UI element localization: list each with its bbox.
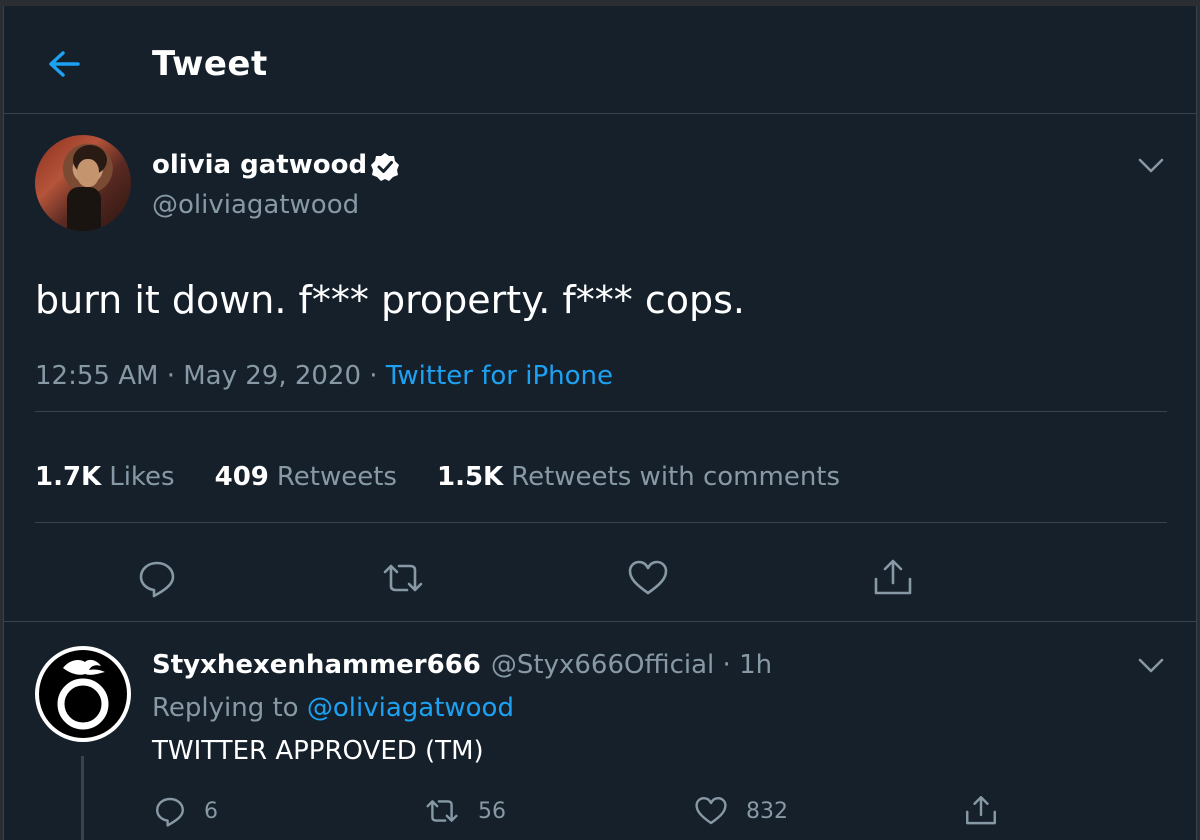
author-name[interactable]: olivia gatwood xyxy=(152,150,367,180)
share-button[interactable] xyxy=(871,556,915,600)
page-header: Tweet xyxy=(4,6,1196,114)
tweet-meta: 12:55 AM · May 29, 2020 · Twitter for iP… xyxy=(35,361,613,391)
retweet-icon xyxy=(426,800,458,822)
tweet-date[interactable]: May 29, 2020 xyxy=(183,361,361,391)
reply-share-button[interactable] xyxy=(964,791,1016,831)
tweet-text: burn it down. f*** property. f*** cops. xyxy=(35,278,746,322)
tweet-page: Tweet olivia gatwood @oliviagatwood burn… xyxy=(3,6,1197,840)
author-avatar[interactable] xyxy=(35,135,131,231)
reply-retweet-button[interactable]: 56 xyxy=(424,791,506,831)
retweets-stat[interactable]: 409 Retweets xyxy=(215,462,397,492)
tweet-source-link[interactable]: Twitter for iPhone xyxy=(386,361,613,391)
reply-like-button[interactable]: 832 xyxy=(694,791,788,831)
reply-author-handle[interactable]: @Styx666Official xyxy=(491,650,714,680)
page-title: Tweet xyxy=(152,44,268,84)
retweet-icon xyxy=(383,564,423,592)
reply-header: Styxhexenhammer666 @Styx666Official · 1h xyxy=(152,650,772,680)
thread-line xyxy=(81,756,84,840)
reply-avatar[interactable] xyxy=(35,646,131,742)
replying-mention-link[interactable]: @oliviagatwood xyxy=(307,693,514,723)
reply-icon xyxy=(139,561,175,598)
likes-label: Likes xyxy=(109,462,175,492)
quotes-stat[interactable]: 1.5K Retweets with comments xyxy=(437,462,840,492)
retweets-count: 409 xyxy=(214,462,269,492)
reply-icon xyxy=(156,797,184,827)
chevron-down-icon[interactable] xyxy=(1138,658,1164,674)
likes-count: 1.7K xyxy=(35,462,102,492)
like-button[interactable] xyxy=(626,556,670,600)
reply-reply-button[interactable]: 6 xyxy=(154,791,218,831)
like-icon xyxy=(628,560,668,595)
reply-like-count: 832 xyxy=(746,798,788,824)
styx-logo-icon xyxy=(39,650,127,738)
verified-badge-icon xyxy=(371,153,399,181)
reply-retweet-count: 56 xyxy=(478,798,506,824)
retweet-button[interactable] xyxy=(381,556,425,600)
reply-age[interactable]: 1h xyxy=(739,650,772,680)
reply-text: TWITTER APPROVED (TM) xyxy=(152,736,484,766)
replying-prefix: Replying to xyxy=(152,693,299,723)
chevron-down-icon[interactable] xyxy=(1138,158,1164,174)
share-icon xyxy=(874,559,912,595)
retweets-label: Retweets xyxy=(276,462,397,492)
like-icon xyxy=(695,797,727,825)
meta-dot: · xyxy=(166,361,184,391)
arrow-left-icon xyxy=(49,51,80,77)
section-separator xyxy=(4,621,1196,622)
tweet-stats: 1.7K Likes 409 Retweets 1.5K Retweets with … xyxy=(35,462,880,492)
quotes-label: Retweets with comments xyxy=(511,462,841,492)
reply-button[interactable] xyxy=(135,556,179,600)
replying-to: Replying to @oliviagatwood xyxy=(152,693,514,723)
back-button[interactable] xyxy=(44,44,84,84)
meta-dot: · xyxy=(369,361,386,391)
reply-author-name[interactable]: Styxhexenhammer666 xyxy=(152,650,481,680)
divider xyxy=(35,522,1167,523)
divider xyxy=(35,411,1167,412)
author-handle[interactable]: @oliviagatwood xyxy=(152,190,359,220)
tweet-time[interactable]: 12:55 AM xyxy=(35,361,158,391)
meta-dot: · xyxy=(714,650,740,680)
reply-reply-count: 6 xyxy=(204,798,218,824)
quotes-count: 1.5K xyxy=(436,462,504,492)
likes-stat[interactable]: 1.7K Likes xyxy=(35,462,175,492)
share-icon xyxy=(966,796,996,825)
